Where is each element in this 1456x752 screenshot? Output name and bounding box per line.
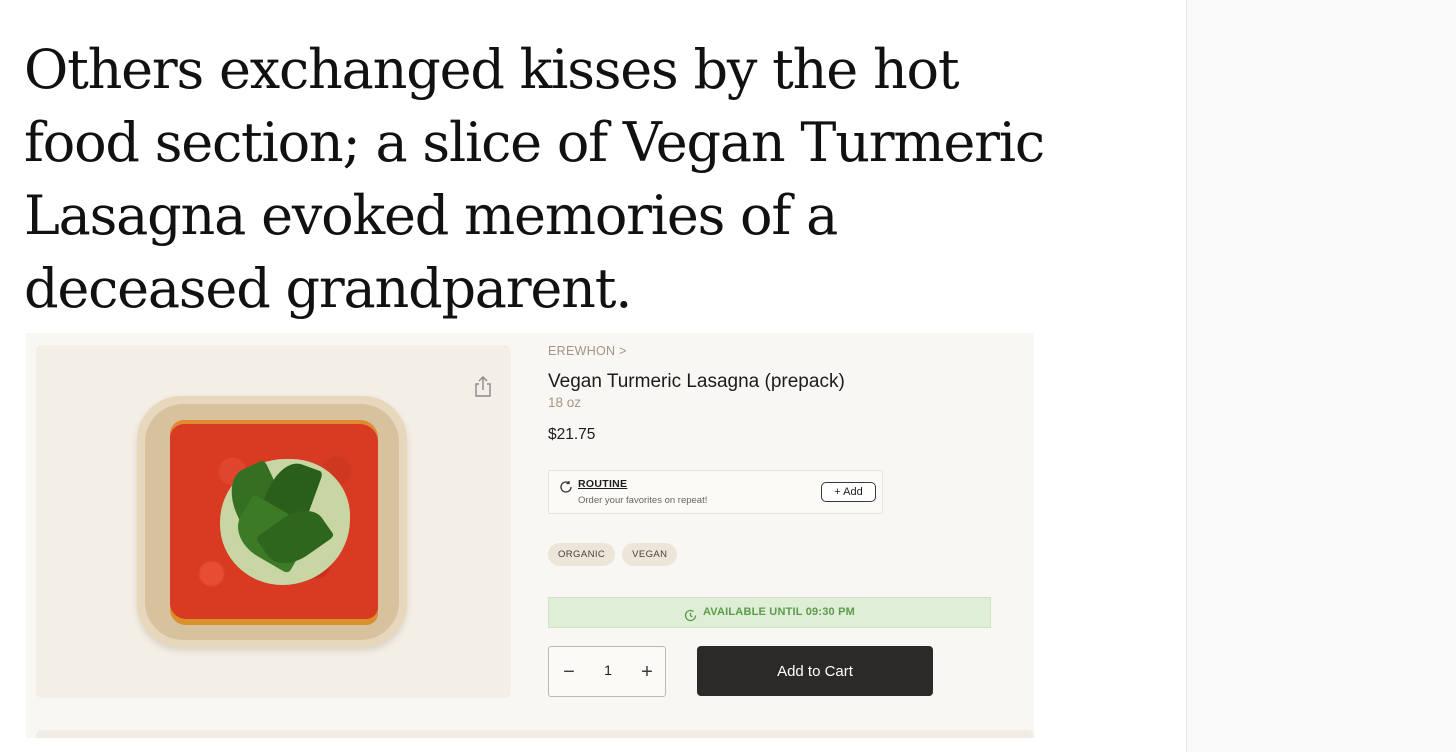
tag-vegan: VEGAN [622,543,678,566]
quantity-value: 1 [604,662,612,678]
product-price: $21.75 [548,426,596,443]
add-to-cart-button[interactable]: Add to Cart [697,646,933,696]
product-title: Vegan Turmeric Lasagna (prepack) [548,371,845,392]
availability-banner: AVAILABLE UNTIL 09:30 PM [548,597,991,628]
routine-card: ROUTINE Order your favorites on repeat! … [548,470,883,514]
increase-quantity-button[interactable]: + [636,661,658,683]
brand-breadcrumb-link[interactable]: EREWHON > [548,344,627,358]
availability-text: AVAILABLE UNTIL 09:30 PM [702,606,856,618]
product-image-panel [36,345,511,698]
product-screenshot: EREWHON > Vegan Turmeric Lasagna (prepac… [26,333,1034,738]
decrease-quantity-button[interactable]: − [558,661,580,683]
product-size: 18 oz [548,395,582,410]
refresh-icon [559,480,573,494]
product-tags: ORGANIC VEGAN [548,543,678,566]
tag-organic: ORGANIC [548,543,616,566]
next-section-edge [36,730,1034,738]
quantity-stepper: − 1 + [548,646,666,697]
article-body: Others exchanged kisses by the hot food … [0,0,1186,752]
product-image [137,396,407,648]
routine-title[interactable]: ROUTINE [578,478,627,490]
tray [145,404,399,640]
share-icon[interactable] [472,375,494,399]
right-sidebar [1186,0,1456,752]
product-info: EREWHON > Vegan Turmeric Lasagna (prepac… [548,333,1018,738]
routine-add-button[interactable]: + Add [821,482,876,502]
article-headline: Others exchanged kisses by the hot food … [24,38,1045,320]
clock-icon [684,605,697,621]
routine-subtitle: Order your favorites on repeat! [578,495,708,506]
